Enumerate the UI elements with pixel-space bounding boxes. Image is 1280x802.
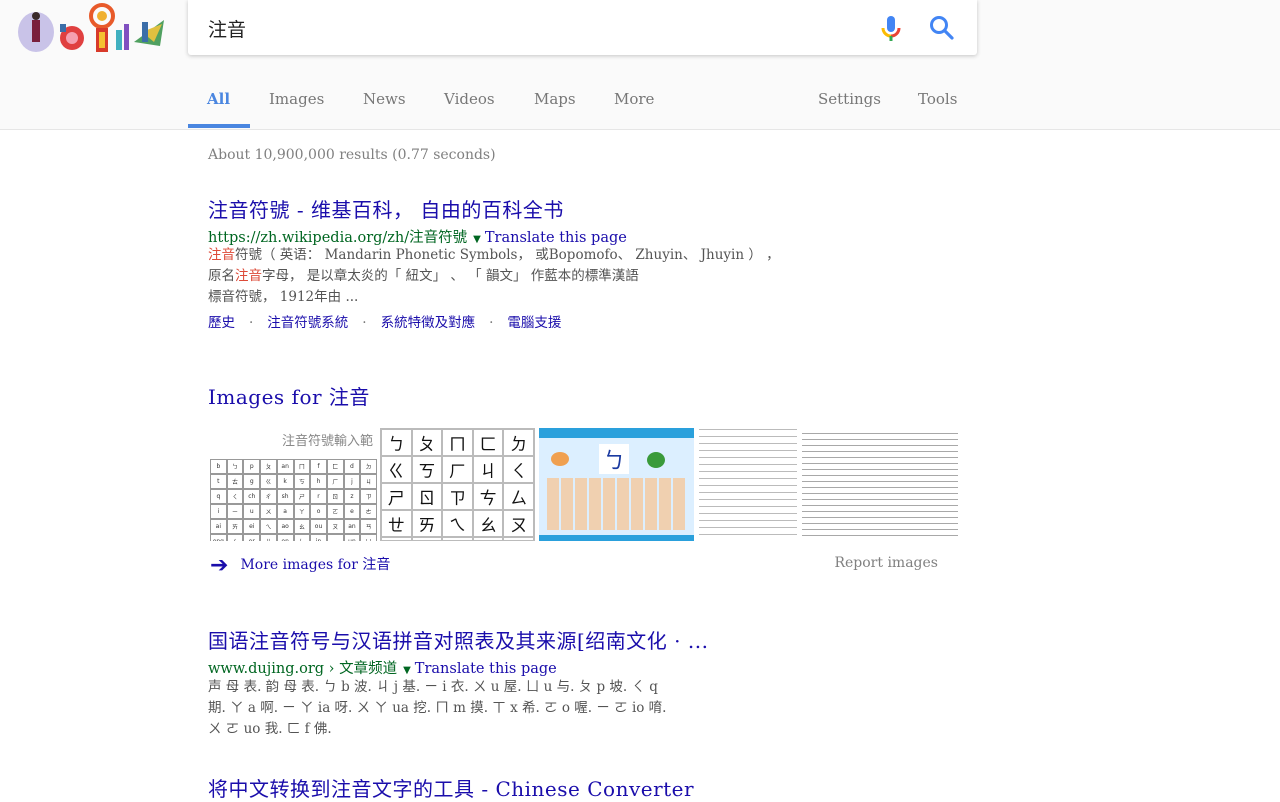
app-footer-bar [539,535,694,541]
caret-down-icon[interactable]: ▼ [403,665,411,676]
snippet-text: 標音符號， 1912年由 ... [208,289,359,305]
zhuyin-grid-cell: ㄩ [503,537,534,541]
zhuyin-grid-cell: ㄧ [442,537,473,541]
zhuyin-grid-cell: ㄅ [381,429,412,456]
zhuyin-grid-cell: ㄗ [442,483,473,510]
zhuyin-grid-cell: ㄕ [381,483,412,510]
zhuyin-grid-cell: ㄟ [442,510,473,537]
search-box [188,0,977,55]
image-thumbnail-zhuyin-reference-table[interactable] [802,428,958,541]
image-thumbnail-zhuyin-input-table[interactable]: 注音符號輸入範 b ㄅ p ㄆ an ㄇ f ㄈ d ㄉ tㄊgㄍkㄎhㄏjㄐ q ㄑ ch ㄔ sh ㄕ r… [210,428,377,541]
result-title-link[interactable]: 国语注音符号与汉语拼音对照表及其来源[绍南文化 · ... [208,625,708,654]
sitelink-system[interactable]: 注音符號系統 [267,315,348,331]
result-url-domain: www.dujing.org [208,661,325,677]
result-title-link[interactable]: 将中文转换到注音文字的工具 - Chinese Converter [208,773,694,802]
snippet-line: 注音符號（ 英语： Mandarin Phonetic Symbols， 或Bo… [208,245,948,266]
sitelink-computer-support[interactable]: 電腦支援 [507,315,561,331]
zhuyin-grid-cell: ㄝ [381,510,412,537]
translate-link[interactable]: Translate this page [485,230,627,246]
zhuyin-grid-cell: ㄉ [503,429,534,456]
cartoon-frog [647,452,665,468]
snippet-line: 原名注音字母， 是以章太炎的「 紐文」 、 「 韻文」 作藍本的標準漢語 [208,266,948,287]
tab-maps[interactable]: Maps [534,90,576,108]
zhuyin-grid-cell: ㄆ [411,429,443,456]
zhuyin-grid-cell: ㄨ [472,537,504,541]
zhuyin-grid-cell: ㄐ [472,456,504,483]
zhuyin-grid-cell: ㄑ [503,456,534,483]
image-thumbnail-zhuyin-character-grid[interactable]: ㄅㄆㄇㄈㄉㄍㄎㄏㄐㄑㄕㄖㄗㄘㄙㄝㄞㄟㄠㄡㄥㄦㄧㄨㄩ [380,428,535,541]
settings-button[interactable]: Settings [818,90,881,108]
tab-news[interactable]: News [363,90,406,108]
zhuyin-grid-cell: ㄡ [503,510,534,537]
snippet-text: 原名 [208,268,235,284]
zhuyin-grid-cell: ㄥ [381,537,412,541]
result-snippet: 声 母 表. 韵 母 表. ㄅ b 波. ㄐ j 基. ㄧ i 衣. ㄨ u 屋… [208,677,948,740]
more-images-link[interactable]: ➔ More images for 注音 [210,553,390,578]
more-images-query: 注音 [362,557,391,573]
featured-character: ㄅ [599,444,629,474]
report-images-link[interactable]: Report images [834,555,938,571]
translate-link[interactable]: Translate this page [415,661,557,677]
search-input[interactable] [208,14,848,42]
result-url: www.dujing.org › 文章频道 ▼ Translate this pag… [208,661,557,677]
zhuyin-grid-cell: ㄞ [411,510,443,537]
app-header-bar [539,428,694,438]
result-url: https://zh.wikipedia.org/zh/注音符號 ▼ Transla… [208,226,627,247]
tab-images[interactable]: Images [269,90,324,108]
more-images-label: More images for [240,557,358,573]
separator: · [489,315,494,331]
images-title-prefix: Images for [208,385,323,409]
active-tab-indicator [188,124,250,128]
zhuyin-grid-cell: ㄠ [472,510,504,537]
header: All Images News Videos Maps More Setting… [0,0,1280,130]
sitelinks: 歷史 · 注音符號系統 · 系統特徵及對應 · 電腦支援 [208,311,561,331]
arrow-right-icon: ➔ [210,553,229,578]
zhuyin-grid-cell: ㄦ [411,537,443,541]
sitelink-features[interactable]: 系統特徵及對應 [381,315,476,331]
caret-down-icon[interactable]: ▼ [473,234,481,245]
snippet-highlight: 注音 [208,247,235,263]
zhuyin-grid-cell: ㄖ [411,483,443,510]
tools-button[interactable]: Tools [918,90,957,108]
snippet-line: ㄨ ㄛ uo 我. ㄈ f 佛. [208,721,332,737]
snippet-text: 符號（ 英语： Mandarin Phonetic Symbols， 或Bopo… [235,247,780,263]
microphone-icon[interactable] [878,14,904,44]
result-title-link[interactable]: 注音符號 - 维基百科， 自由的百科全书 [208,194,564,223]
image-thumbnail-zhuyin-chart-scan[interactable] [699,428,797,541]
zhuyin-grid-cell: ㄎ [411,456,443,483]
snippet-line: 標音符號， 1912年由 ... [208,287,948,308]
snippet-line: 期. ㄚ a 啊. ㄧ ㄚ ia 呀. ㄨ ㄚ ua 挖. ㄇ m 摸. ㄒ x… [208,700,667,716]
letter-tiles [547,478,687,530]
images-title-query: 注音 [328,385,370,409]
zhuyin-grid-cell: ㄙ [503,483,534,510]
tab-videos[interactable]: Videos [444,90,495,108]
thumbnail-caption: 注音符號輸入範 [281,434,373,449]
separator: · [249,315,254,331]
tab-more[interactable]: More [614,90,654,108]
cartoon-animal [551,452,569,466]
snippet-highlight: 注音 [235,268,262,284]
result-url-path: 文章频道 [339,661,398,677]
result-stats: About 10,900,000 results (0.77 seconds) [208,147,496,163]
thumbnail-table: b ㄅ p ㄆ an ㄇ f ㄈ d ㄉ tㄊgㄍkㄎhㄏjㄐ q ㄑ ch ㄔ sh ㄕ r ㄖ z ㄗ iㄧuㄨ… [210,459,377,541]
sitelink-history[interactable]: 歷史 [208,315,235,331]
result-url-text: https://zh.wikipedia.org/zh/注音符號 [208,230,468,246]
zhuyin-grid-cell: ㄘ [472,483,504,510]
zhuyin-grid-cell: ㄈ [472,429,504,456]
zhuyin-grid-cell: ㄏ [442,456,473,483]
result-snippet: 注音符號（ 英语： Mandarin Phonetic Symbols， 或Bo… [208,245,948,308]
zhuyin-grid: ㄅㄆㄇㄈㄉㄍㄎㄏㄐㄑㄕㄖㄗㄘㄙㄝㄞㄟㄠㄡㄥㄦㄧㄨㄩ [380,428,535,541]
snippet-line: 声 母 表. 韵 母 表. ㄅ b 波. ㄐ j 基. ㄧ i 衣. ㄨ u 屋… [208,679,658,695]
image-thumbnail-zhuyin-learning-app[interactable]: ㄅ [539,428,694,541]
snippet-text: 字母， 是以章太炎的「 紐文」 、 「 韻文」 作藍本的標準漢語 [262,268,639,284]
zhuyin-grid-cell: ㄍ [381,456,412,483]
images-for-heading[interactable]: Images for 注音 [208,381,370,410]
search-icon[interactable] [928,14,956,42]
zhuyin-grid-cell: ㄇ [442,429,473,456]
google-doodle-logo[interactable] [14,2,169,58]
separator: · [362,315,367,331]
tab-all[interactable]: All [207,90,230,108]
